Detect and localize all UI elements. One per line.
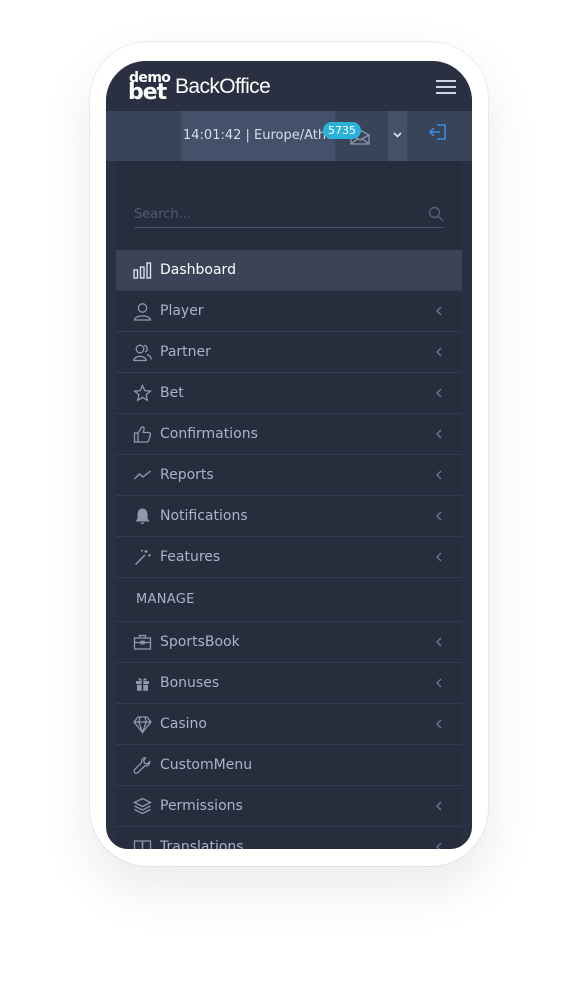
- menu-item-label: Partner: [160, 344, 211, 360]
- brand-title: BackOffice: [175, 75, 271, 98]
- chevron-left-icon: [436, 388, 442, 398]
- chevron-left-icon: [436, 719, 442, 729]
- gift-icon: [136, 678, 149, 691]
- logout-icon[interactable]: [428, 123, 448, 141]
- menu-item-bet[interactable]: Bet: [116, 373, 462, 414]
- section-title: MANAGE: [136, 592, 195, 607]
- menu-item-label: Notifications: [160, 508, 248, 524]
- chevron-left-icon: [436, 637, 442, 647]
- section-header-manage: MANAGE: [116, 578, 462, 622]
- thumbs-up-icon: [133, 426, 152, 443]
- menu-item-label: Dashboard: [160, 262, 236, 278]
- menu-item-label: Features: [160, 549, 221, 565]
- menu-item-bonuses[interactable]: Bonuses: [116, 663, 462, 704]
- briefcase-icon: [133, 634, 152, 650]
- menu-item-label: Reports: [160, 467, 214, 483]
- menu-item-reports[interactable]: Reports: [116, 455, 462, 496]
- info-bar: 14:01:42 | Europe/Athens 5735: [106, 111, 472, 161]
- menu-item-label: SportsBook: [160, 634, 240, 650]
- menu-item-notifications[interactable]: Notifications: [116, 496, 462, 537]
- user-dropdown-toggle[interactable]: [388, 111, 407, 161]
- chevron-left-icon: [436, 552, 442, 562]
- search-input[interactable]: [134, 201, 414, 227]
- logo-text-bottom: bet: [128, 80, 167, 105]
- book-icon: [133, 840, 152, 849]
- chevron-left-icon: [436, 801, 442, 811]
- user-icon: [133, 303, 152, 321]
- trend-icon: [134, 470, 151, 480]
- bar-chart-icon: [133, 262, 152, 279]
- menu-item-dashboard[interactable]: Dashboard: [116, 250, 462, 291]
- magic-wand-icon: [135, 549, 151, 565]
- sidebar: Dashboard Player Partner: [116, 161, 462, 849]
- menu-item-custommenu[interactable]: CustomMenu: [116, 745, 462, 786]
- menu-item-translations[interactable]: Translations: [116, 827, 462, 849]
- top-header: demo bet BackOffice: [106, 61, 472, 111]
- chevron-left-icon: [436, 511, 442, 521]
- search-box: [134, 201, 444, 228]
- search-icon[interactable]: [428, 206, 444, 222]
- menu-item-label: Permissions: [160, 798, 243, 814]
- menu-item-casino[interactable]: Casino: [116, 704, 462, 745]
- menu-item-label: Bonuses: [160, 675, 220, 691]
- layers-icon: [133, 797, 152, 815]
- menu-item-label: CustomMenu: [160, 757, 253, 773]
- menu-item-label: Player: [160, 303, 204, 319]
- users-icon: [133, 344, 152, 362]
- server-clock: 14:01:42 | Europe/Athens: [181, 111, 335, 161]
- app-screen: demo bet BackOffice 14:01:42 | Europe/At…: [106, 61, 472, 849]
- menu-item-label: Bet: [160, 385, 184, 401]
- chevron-left-icon: [436, 306, 442, 316]
- menu-item-player[interactable]: Player: [116, 291, 462, 332]
- chevron-left-icon: [436, 347, 442, 357]
- menu-item-features[interactable]: Features: [116, 537, 462, 578]
- menu-item-label: Casino: [160, 716, 207, 732]
- chevron-left-icon: [436, 429, 442, 439]
- menu-item-permissions[interactable]: Permissions: [116, 786, 462, 827]
- chevron-left-icon: [436, 678, 442, 688]
- menu-item-confirmations[interactable]: Confirmations: [116, 414, 462, 455]
- menu-item-sportsbook[interactable]: SportsBook: [116, 622, 462, 663]
- menu-item-label: Translations: [160, 839, 244, 849]
- sidebar-menu: Dashboard Player Partner Bet Confirmatio…: [116, 250, 462, 849]
- hamburger-menu-icon[interactable]: [436, 78, 456, 94]
- diamond-icon: [133, 716, 152, 734]
- star-icon: [133, 384, 152, 402]
- chevron-down-icon: [393, 132, 402, 138]
- menu-item-partner[interactable]: Partner: [116, 332, 462, 373]
- menu-item-label: Confirmations: [160, 426, 258, 442]
- bell-icon: [135, 508, 150, 524]
- chevron-left-icon: [436, 470, 442, 480]
- mail-count-badge: 5735: [323, 122, 361, 139]
- logo[interactable]: demo bet: [128, 71, 172, 105]
- chevron-left-icon: [436, 842, 442, 849]
- wrench-icon: [133, 757, 151, 774]
